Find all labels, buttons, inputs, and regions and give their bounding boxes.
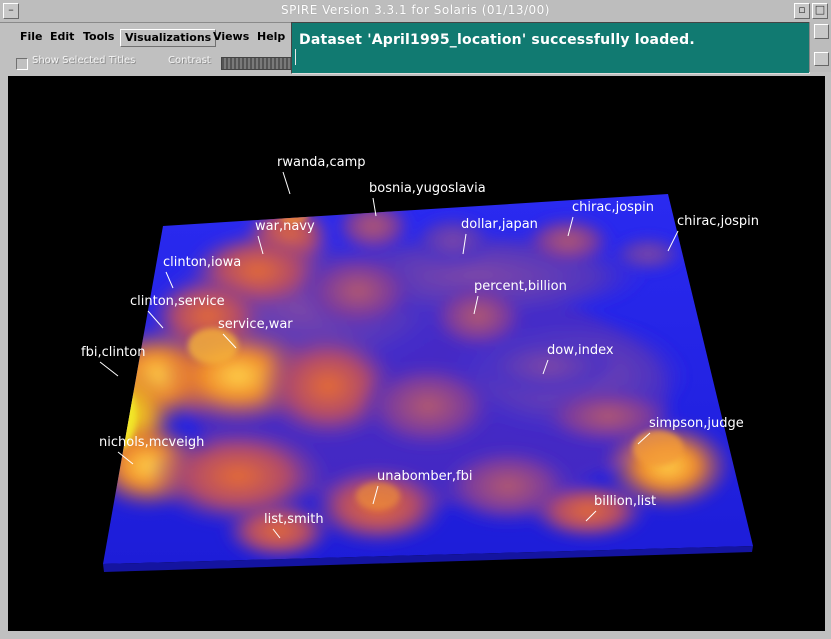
topic-label[interactable]: fbi,clinton: [81, 345, 145, 360]
menu-edit[interactable]: Edit: [46, 29, 78, 45]
message-scrollbar[interactable]: [809, 22, 831, 72]
show-selected-titles-checkbox[interactable]: [16, 58, 28, 70]
text-cursor: [295, 49, 296, 65]
topic-leader-line: [99, 361, 119, 377]
contrast-label: Contrast: [168, 55, 211, 66]
minimize-icon[interactable]: ▫: [794, 3, 810, 19]
status-message: Dataset 'April1995_location' successfull…: [299, 32, 695, 48]
status-message-area: Dataset 'April1995_location' successfull…: [291, 22, 810, 74]
themeview-canvas[interactable]: rwanda,camp bosnia,yugoslavia war,navy doll…: [8, 76, 825, 631]
topic-label[interactable]: war,navy: [255, 219, 315, 234]
scroll-up-button[interactable]: [814, 24, 829, 39]
maximize-icon[interactable]: □: [812, 3, 828, 19]
menu-help[interactable]: Help: [253, 29, 289, 45]
menu-visualizations[interactable]: Visualizations: [120, 29, 217, 47]
topic-label[interactable]: service,war: [218, 317, 293, 332]
show-selected-titles-label: Show Selected Titles: [32, 55, 136, 66]
topic-label[interactable]: simpson,judge: [649, 416, 744, 431]
topic-label[interactable]: dow,index: [547, 343, 614, 358]
topic-label[interactable]: clinton,iowa: [163, 255, 241, 270]
terrain-visualization[interactable]: rwanda,campbosnia,yugoslavia war,navy doll…: [8, 76, 825, 631]
topic-label[interactable]: chirac,jospin: [572, 200, 654, 215]
topic-label[interactable]: percent,billion: [474, 279, 567, 294]
topic-label[interactable]: billion,list: [594, 494, 656, 509]
contrast-slider[interactable]: [221, 57, 293, 70]
title-bar[interactable]: – SPIRE Version 3.3.1 for Solaris (01/13…: [0, 0, 831, 23]
menu-bar: File Edit Tools Visualizations Views Hel…: [10, 27, 288, 47]
topic-label[interactable]: dollar,japan: [461, 217, 538, 232]
menu-views[interactable]: Views: [209, 29, 253, 45]
topic-label[interactable]: rwanda,camp: [277, 155, 366, 170]
topic-label[interactable]: list,smith: [264, 512, 324, 527]
topic-label[interactable]: nichols,mcveigh: [99, 435, 204, 450]
spire-window: – SPIRE Version 3.3.1 for Solaris (01/13…: [0, 0, 831, 639]
scroll-thumb[interactable]: [814, 52, 829, 66]
menu-tools[interactable]: Tools: [79, 29, 118, 45]
options-row: Show Selected Titles Contrast: [10, 53, 293, 73]
topic-label[interactable]: clinton,service: [130, 294, 225, 309]
menu-file[interactable]: File: [16, 29, 47, 45]
window-title: SPIRE Version 3.3.1 for Solaris (01/13/0…: [281, 3, 550, 17]
topic-leader-line: [282, 171, 291, 195]
topic-label[interactable]: unabomber,fbi: [377, 469, 472, 484]
topic-label[interactable]: bosnia,yugoslavia: [369, 181, 486, 196]
topic-label[interactable]: chirac,jospin: [677, 214, 759, 229]
